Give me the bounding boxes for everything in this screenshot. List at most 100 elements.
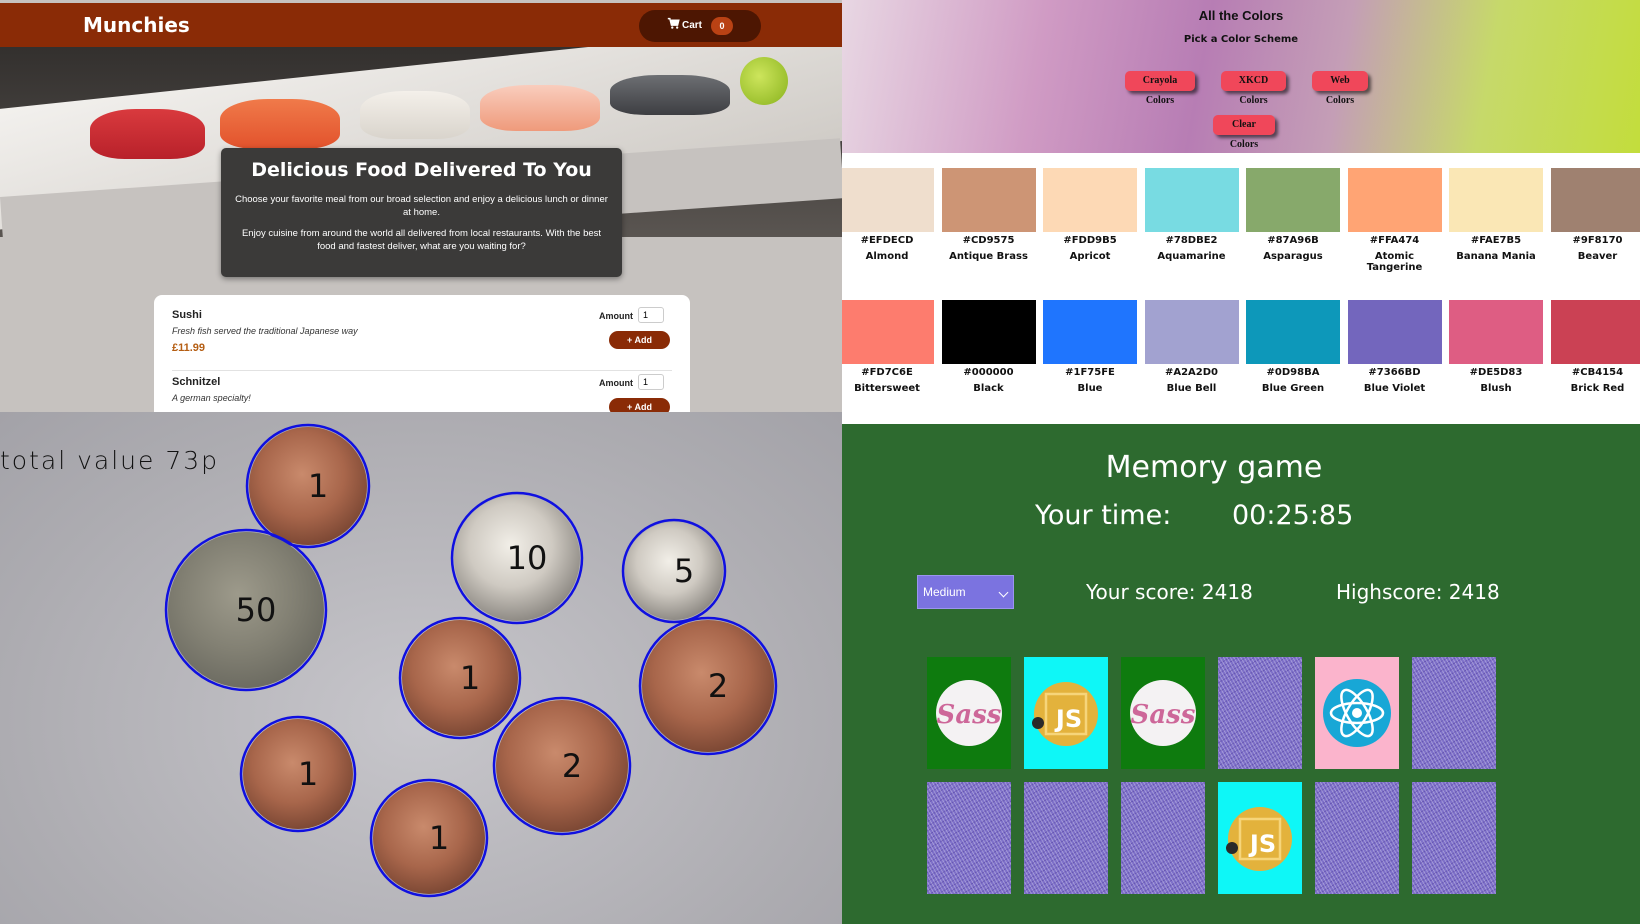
amount-input[interactable]: 1 <box>638 307 664 323</box>
amount-input[interactable]: 1 <box>638 374 664 390</box>
color-swatch[interactable]: #CD9575 Antique Brass <box>941 168 1036 262</box>
color-swatch[interactable]: #87A96B Asparagus <box>1246 168 1340 262</box>
clear-colors-button[interactable]: Clear Colors <box>1213 115 1275 150</box>
color-hex: #7366BD <box>1368 367 1421 378</box>
site-header: Munchies Cart 0 <box>0 3 842 47</box>
coin-counter: 1 10 5 50 1 2 1 2 1 total value 73p <box>0 412 842 924</box>
color-name: Blue Bell <box>1166 383 1217 394</box>
crayola-colors-button[interactable]: Crayola Colors <box>1125 71 1195 106</box>
memory-card-sass[interactable]: Sass <box>927 657 1011 769</box>
game-title: Memory game <box>1105 450 1323 485</box>
color-swatch[interactable]: #000000 Black <box>941 300 1036 394</box>
memory-card-back[interactable] <box>1315 782 1399 894</box>
meal-item-schnitzel: Schnitzel A german specialty! Amount 1 +… <box>172 368 672 412</box>
color-swatch[interactable]: #1F75FE Blue <box>1043 300 1137 394</box>
mackerel-sushi <box>610 75 730 115</box>
coin-value-label: 2 <box>562 747 582 785</box>
coin: 2 <box>492 696 632 836</box>
coin-value-label: 1 <box>460 659 480 697</box>
score-label: Your score: 2418 <box>1086 580 1253 604</box>
color-swatch[interactable]: #FD7C6E Bittersweet <box>842 300 934 394</box>
brand-logo[interactable]: Munchies <box>83 13 190 37</box>
meal-description: A german specialty! <box>172 393 251 403</box>
color-name: Black <box>973 383 1004 394</box>
coin-value-label: 1 <box>308 467 328 505</box>
memory-card-react[interactable] <box>1315 657 1399 769</box>
coin-value-label: 1 <box>429 819 449 857</box>
color-swatch[interactable]: #7366BD Blue Violet <box>1347 300 1442 394</box>
color-box <box>842 300 934 364</box>
react-icon <box>1323 679 1391 747</box>
color-box <box>842 168 934 232</box>
color-swatch[interactable]: #CB4154 Brick Red <box>1550 300 1640 394</box>
difficulty-select[interactable]: Medium <box>917 575 1014 609</box>
coin: 1 <box>239 715 357 833</box>
color-swatch[interactable]: #78DBE2 Aquamarine <box>1144 168 1239 262</box>
memory-card-back[interactable] <box>1121 782 1205 894</box>
color-swatch[interactable]: #0D98BA Blue Green <box>1246 300 1340 394</box>
color-box <box>1449 300 1543 364</box>
color-name: Blush <box>1480 383 1512 394</box>
color-hex: #FFA474 <box>1369 235 1420 246</box>
coin-value-label: 2 <box>708 667 728 705</box>
amount-label: Amount <box>599 378 633 388</box>
color-name: Brick Red <box>1570 383 1625 394</box>
memory-card-back[interactable] <box>1412 657 1496 769</box>
color-box <box>1043 168 1137 232</box>
amount-label: Amount <box>599 311 633 321</box>
color-name: Blue Green <box>1261 383 1325 394</box>
color-box <box>1246 300 1340 364</box>
coin: 1 <box>398 616 522 740</box>
color-swatch[interactable]: #A2A2D0 Blue Bell <box>1144 300 1239 394</box>
memory-card-back[interactable] <box>1218 657 1302 769</box>
meal-price: £11.99 <box>172 342 206 354</box>
color-hex: #CD9575 <box>962 235 1015 246</box>
svg-text:Sass: Sass <box>937 700 1002 730</box>
javascript-icon: JS <box>1032 682 1098 746</box>
cart-button[interactable]: Cart 0 <box>639 10 761 42</box>
color-name: Blue Violet <box>1363 383 1426 394</box>
page-subtitle: Pick a Color Scheme <box>1183 34 1299 45</box>
color-swatch[interactable]: #EFDECD Almond <box>842 168 934 262</box>
color-hex: #1F75FE <box>1065 367 1115 378</box>
svg-text:JS: JS <box>1054 705 1082 733</box>
wasabi <box>740 57 788 105</box>
color-swatch[interactable]: #FAE7B5 Banana Mania <box>1449 168 1543 262</box>
coin: 2 <box>638 616 778 756</box>
color-box <box>1144 168 1239 232</box>
color-swatch[interactable]: #FFA474 Atomic Tangerine <box>1347 168 1442 273</box>
color-box <box>1550 168 1640 232</box>
color-box <box>1347 168 1442 232</box>
color-hex: #78DBE2 <box>1165 235 1218 246</box>
memory-card-back[interactable] <box>1024 782 1108 894</box>
color-swatch[interactable]: #DE5D83 Blush <box>1449 300 1543 394</box>
xkcd-colors-button[interactable]: XKCD Colors <box>1221 71 1286 106</box>
coin: 50 <box>164 528 328 692</box>
memory-card-js[interactable]: JS <box>1218 782 1302 894</box>
color-swatch[interactable]: #FDD9B5 Apricot <box>1043 168 1137 262</box>
memory-card-back[interactable] <box>927 782 1011 894</box>
svg-text:Sass: Sass <box>1131 700 1196 730</box>
memory-card-back[interactable] <box>1412 782 1496 894</box>
color-name: Blue <box>1077 383 1103 394</box>
whitefish-sushi <box>360 91 470 139</box>
chevron-down-icon <box>998 587 1009 598</box>
add-button[interactable]: + Add <box>609 331 670 349</box>
meal-description: Fresh fish served the traditional Japane… <box>172 326 358 336</box>
color-box <box>1043 300 1137 364</box>
difficulty-value: Medium <box>923 585 966 599</box>
color-name: Beaver <box>1577 251 1618 262</box>
web-colors-button[interactable]: Web Colors <box>1312 71 1368 106</box>
color-box <box>941 300 1036 364</box>
page-title: All the Colors <box>1198 8 1284 23</box>
svg-text:JS: JS <box>1248 830 1276 858</box>
add-button[interactable]: + Add <box>609 398 670 412</box>
memory-card-js[interactable]: JS <box>1024 657 1108 769</box>
colors-header: All the Colors Pick a Color Scheme Crayo… <box>842 0 1640 153</box>
color-swatch[interactable]: #9F8170 Beaver <box>1550 168 1640 262</box>
color-name: Antique Brass <box>949 251 1028 262</box>
time-value: 00:25:85 <box>1232 500 1354 531</box>
color-hex: #A2A2D0 <box>1164 367 1219 378</box>
memory-card-sass[interactable]: Sass <box>1121 657 1205 769</box>
munchies-app: Munchies Cart 0 Delicious Food Delivered… <box>0 0 842 412</box>
